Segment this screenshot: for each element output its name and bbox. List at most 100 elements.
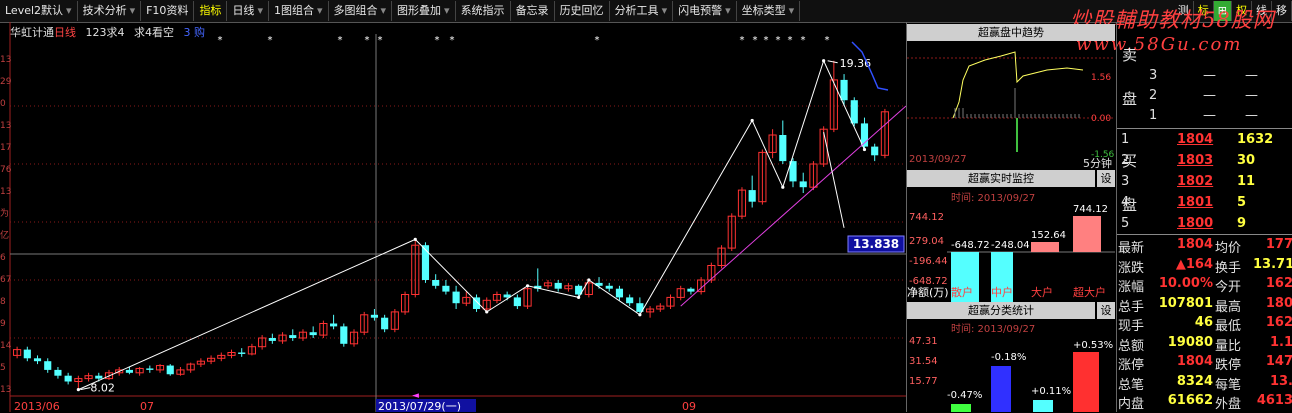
toolbar-item-3[interactable]: 指标	[194, 1, 228, 21]
left-axis-label: 0	[0, 99, 6, 109]
buy-row: 2 1803 30	[1117, 153, 1292, 173]
left-axis-label: 5	[0, 363, 6, 373]
trend-panel-title: 超赢盘中趋势	[907, 24, 1115, 41]
toolbar-item-5[interactable]: 1图组合 ▾	[269, 1, 329, 21]
category-bar	[1073, 352, 1099, 412]
toolbar-right-item-2[interactable]: ⊞	[1213, 1, 1232, 21]
category-bar-label: +0.53%	[1073, 340, 1113, 351]
cursor-marker-icon: ◄	[412, 391, 419, 401]
toolbar-right-item-3[interactable]: 权	[1232, 1, 1252, 21]
indicator-label-3: 3 购	[183, 26, 206, 39]
candle-body-down	[554, 282, 562, 289]
candle-body-down	[432, 280, 440, 286]
signal-star-icon: *	[338, 35, 343, 46]
monitor-bar	[1073, 216, 1101, 252]
buy-row: 5 1800 9	[1117, 216, 1292, 236]
toolbar-item-1[interactable]: 技术分析 ▾	[78, 1, 142, 21]
kline-chart-area[interactable]: 13 29 0 13 17 76 13 为亿 6 67 8 9 14 5 13 * * * * * * * * * * * * * * *…	[0, 22, 906, 412]
toolbar-item-4[interactable]: 日线 ▾	[227, 1, 269, 21]
signal-star-icon: *	[740, 35, 745, 46]
zigzag-point	[577, 295, 581, 299]
sell-price: —	[1203, 68, 1216, 83]
dropdown-arrow-icon: ▾	[257, 4, 263, 17]
trend-date: 2013/09/27	[909, 154, 967, 165]
sell-level: 1	[1149, 108, 1158, 123]
dropdown-arrow-icon: ▾	[316, 4, 323, 17]
kline-chart[interactable]: 13 29 0 13 17 76 13 为亿 6 67 8 9 14 5 13 * * * * * * * * * * * * * * *…	[0, 22, 906, 412]
intraday-price-line	[952, 51, 1084, 119]
stat-key: 总笔	[1118, 377, 1145, 393]
toolbar-item-2[interactable]: F10资料	[141, 1, 195, 21]
stat-row: 总笔 8324 每笔 13.	[1117, 374, 1292, 394]
stat-value: 61662	[1167, 393, 1213, 408]
stat-key: 最高	[1215, 299, 1242, 315]
left-axis-label: 76	[0, 165, 12, 175]
left-axis-label: 17	[0, 143, 11, 153]
stat-value: 107801	[1158, 295, 1213, 311]
signal-star-icon: *	[753, 35, 758, 46]
stat-key: 每笔	[1215, 377, 1242, 393]
signal-star-icon: *	[595, 35, 600, 46]
toolbar-item-12[interactable]: 闪电预警 ▾	[673, 1, 737, 21]
candle-body-down	[23, 349, 31, 359]
toolbar-item-6[interactable]: 多图组合 ▾	[329, 1, 393, 21]
toolbar-right-item-5[interactable]: 移	[1272, 1, 1292, 21]
candle-body-down	[54, 369, 62, 376]
monitor-y-label: -196.44	[909, 256, 948, 267]
toolbar-item-7[interactable]: 图形叠加 ▾	[392, 1, 456, 21]
signal-star-icon: *	[435, 35, 440, 46]
stat-value: 10.00%	[1158, 276, 1213, 291]
zigzag-point	[76, 388, 80, 392]
stat-key: 换手	[1215, 260, 1242, 276]
signal-star-icon: *	[788, 35, 793, 46]
toolbar-item-label: 图形叠加	[397, 4, 442, 17]
toolbar-right-item-4[interactable]: 线	[1252, 1, 1272, 21]
stat-value: 1804	[1176, 354, 1213, 369]
buy-label-bottom: 盘	[1122, 196, 1138, 214]
toolbar-item-13[interactable]: 坐标类型 ▾	[737, 1, 801, 21]
candle-body-down	[95, 375, 103, 379]
x-axis-label: 2013/06	[14, 400, 60, 412]
category-y-label: 31.54	[909, 356, 938, 367]
category-bar	[951, 404, 971, 412]
candle-body-down	[850, 100, 858, 124]
x-axis-label: 2013/07/29(一)	[378, 400, 461, 412]
stat-row: 现手 46 最低 162	[1117, 315, 1292, 335]
toolbar-item-label: F10资料	[146, 4, 189, 17]
left-axis-label: 67	[0, 275, 11, 285]
toolbar-item-0[interactable]: Level2默认 ▾	[0, 1, 78, 21]
stat-value: 46	[1194, 315, 1213, 330]
left-axis-label: 14	[0, 341, 12, 351]
candle-body-down	[33, 358, 42, 362]
toolbar-item-10[interactable]: 历史回忆	[555, 1, 610, 21]
candle-body-down	[452, 291, 460, 304]
sell-label-bottom: 盘	[1122, 90, 1138, 108]
monitor-bar-label: -248.04	[991, 240, 1030, 251]
candle-body-down	[289, 335, 297, 338]
toolbar-item-11[interactable]: 分析工具 ▾	[610, 1, 674, 21]
buy-level: 3	[1121, 174, 1130, 189]
category-settings-button[interactable]: 设	[1097, 302, 1115, 319]
signal-star-icon: *	[801, 35, 806, 46]
dropdown-arrow-icon: ▾	[725, 4, 731, 17]
buy-volume: 30	[1237, 153, 1256, 168]
stat-value: 19080	[1167, 334, 1213, 350]
toolbar-right-item-1[interactable]: 标	[1194, 1, 1214, 21]
stat-value: 8324	[1176, 373, 1213, 389]
toolbar-right-item-0[interactable]: 测	[1174, 1, 1194, 21]
monitor-y-label: 744.12	[909, 212, 944, 223]
zigzag-point	[822, 59, 826, 63]
left-axis-label: 13	[0, 55, 11, 65]
monitor-settings-button[interactable]: 设	[1097, 170, 1115, 187]
candle-body-down	[370, 314, 379, 318]
left-axis-label: 为	[0, 207, 9, 219]
candle-body-down	[64, 375, 72, 382]
stat-key: 今开	[1215, 280, 1242, 295]
candle-body-down	[779, 135, 787, 162]
buy-price: 1801	[1177, 195, 1214, 210]
zigzag-point	[781, 185, 785, 189]
toolbar-item-9[interactable]: 备忘录	[511, 1, 555, 21]
buy-price: 1803	[1177, 153, 1214, 168]
stat-value: 1.1	[1269, 334, 1292, 350]
toolbar-item-8[interactable]: 系统指示	[456, 1, 511, 21]
